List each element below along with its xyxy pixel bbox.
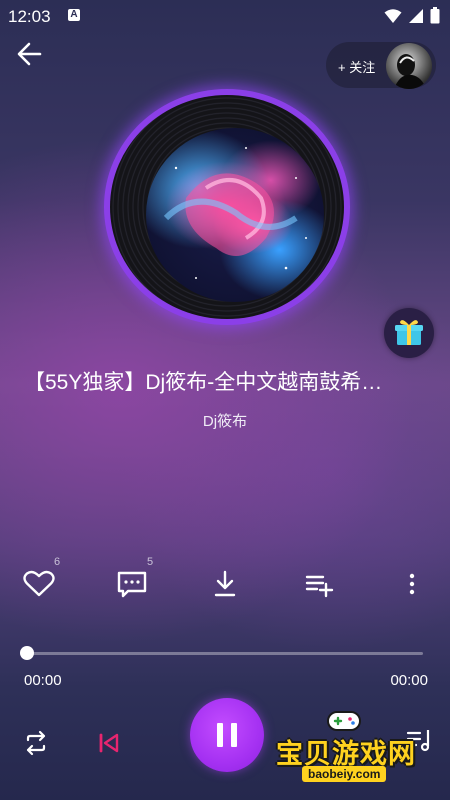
pause-icon [217, 723, 223, 747]
add-to-playlist-button[interactable] [296, 562, 340, 606]
progress-track[interactable] [27, 652, 423, 655]
artist-name[interactable]: Dj筱布 [0, 410, 450, 431]
previous-button[interactable] [93, 727, 125, 759]
avatar-silhouette-icon [394, 54, 426, 89]
back-button[interactable] [14, 38, 46, 70]
follow-button[interactable]: + 关注 [326, 42, 436, 89]
follow-label: + 关注 [338, 60, 376, 75]
like-count: 6 [54, 556, 61, 568]
notification-icon: A [68, 9, 80, 21]
album-disc [102, 87, 352, 327]
battery-icon [430, 7, 440, 24]
pause-button[interactable] [190, 698, 264, 772]
total-time: 00:00 [390, 672, 428, 689]
more-button[interactable] [390, 562, 434, 606]
download-button[interactable] [203, 562, 247, 606]
vinyl-record [110, 95, 344, 319]
gift-icon [395, 320, 423, 345]
status-time: 12:03 [8, 7, 51, 26]
comment-icon [117, 571, 147, 598]
status-bar: 12:03 A [0, 0, 450, 32]
action-row: 6 5 [0, 556, 450, 606]
back-arrow-icon [17, 42, 42, 66]
playlist-add-icon [305, 575, 334, 598]
repeat-button[interactable] [20, 727, 52, 759]
signal-icon [409, 8, 423, 23]
avatar[interactable] [386, 43, 432, 89]
progress-thumb[interactable] [20, 646, 34, 660]
current-time: 00:00 [24, 672, 62, 689]
watermark-url: baobeiy.com [302, 766, 387, 782]
heart-icon [23, 570, 55, 597]
status-icons [384, 7, 440, 24]
comment-count: 5 [147, 556, 154, 568]
comment-button[interactable]: 5 [110, 556, 154, 606]
nebula-art [163, 147, 307, 279]
download-icon [214, 570, 236, 597]
watermark: 宝贝游戏网 baobeiy.com [270, 706, 430, 790]
skip-previous-icon [99, 733, 119, 753]
repeat-icon [26, 730, 46, 756]
more-vertical-icon [409, 573, 415, 595]
song-title: 【55Y独家】Dj筱布-全中文越南鼓希… [24, 371, 383, 394]
gift-button[interactable] [384, 308, 434, 358]
gamepad-icon [327, 711, 361, 731]
wifi-icon [384, 8, 402, 23]
album-cover [146, 128, 324, 302]
like-button[interactable]: 6 [17, 556, 61, 606]
